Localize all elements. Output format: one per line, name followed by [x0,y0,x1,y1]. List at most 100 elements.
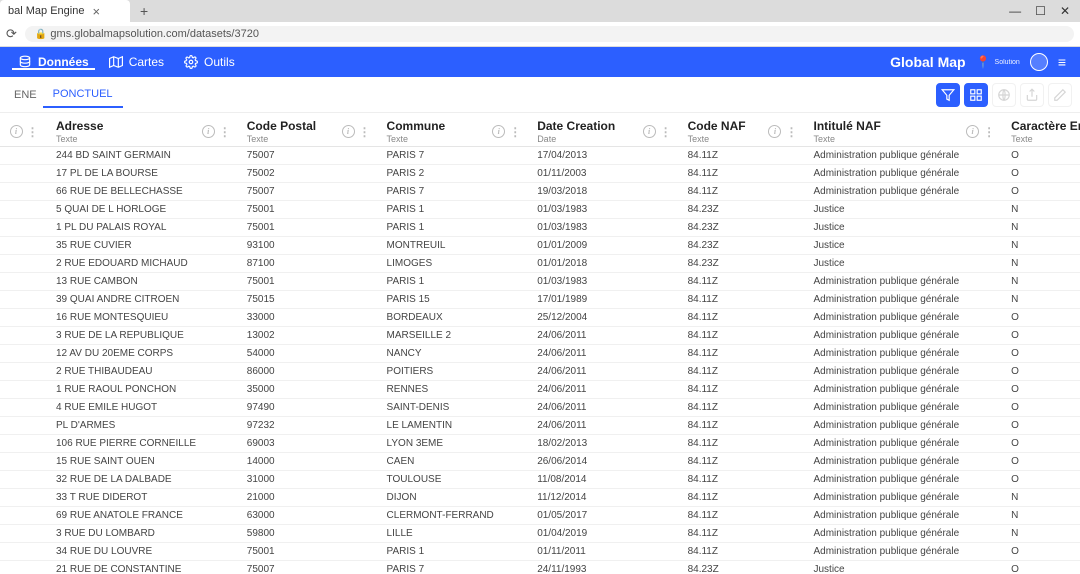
table-row[interactable]: 2 RUE THIBAUDEAU86000POITIERS24/06/20118… [0,363,1080,381]
table-row[interactable]: 3 RUE DE LA REPUBLIQUE13002MARSEILLE 224… [0,327,1080,345]
cell-date: 01/03/1983 [529,273,679,291]
table-row[interactable]: 16 RUE MONTESQUIEU33000BORDEAUX25/12/200… [0,309,1080,327]
url-field[interactable]: 🔒 gms.globalmapsolution.com/datasets/372… [25,26,1074,42]
menu-icon[interactable]: ≡ [1058,54,1066,70]
table-row[interactable]: 4 RUE EMILE HUGOT97490SAINT-DENIS24/06/2… [0,399,1080,417]
table-row[interactable]: 2 RUE EDOUARD MICHAUD87100LIMOGES01/01/2… [0,255,1080,273]
avatar[interactable] [1030,53,1048,71]
table-row[interactable]: 34 RUE DU LOUVRE75001PARIS 101/11/201184… [0,543,1080,561]
cell-adresse: 244 BD SAINT GERMAIN [48,147,239,165]
table-row[interactable]: 12 AV DU 20EME CORPS54000NANCY24/06/2011… [0,345,1080,363]
table-row[interactable]: 32 RUE DE LA DALBADE31000TOULOUSE11/08/2… [0,471,1080,489]
grid-view-button[interactable] [964,83,988,107]
table-row[interactable]: 17 PL DE LA BOURSE75002PARIS 201/11/2003… [0,165,1080,183]
table-row[interactable]: 106 RUE PIERRE CORNEILLE69003LYON 3EME18… [0,435,1080,453]
more-icon[interactable]: ⋮ [983,126,995,138]
table-row[interactable]: 39 QUAI ANDRE CITROEN75015PARIS 1517/01/… [0,291,1080,309]
cell-naf: 84.23Z [680,219,806,237]
minimize-button[interactable]: — [1009,4,1021,18]
cell-employeur: O [1003,471,1080,489]
reload-icon[interactable]: ⟳ [6,26,17,42]
nav-outils[interactable]: Outils [174,55,245,69]
cell-commune: MONTREUIL [379,237,530,255]
cell-date: 24/06/2011 [529,417,679,435]
browser-tab[interactable]: bal Map Engine × [0,0,130,22]
cell-naf: 84.11Z [680,525,806,543]
edit-button[interactable] [1048,83,1072,107]
cell-employeur: O [1003,183,1080,201]
row-actions [0,327,48,345]
more-icon[interactable]: ⋮ [359,126,371,138]
cell-intitule: Administration publique générale [805,417,1003,435]
table-row[interactable]: 1 RUE RAOUL PONCHON35000RENNES24/06/2011… [0,381,1080,399]
cell-adresse: 32 RUE DE LA DALBADE [48,471,239,489]
column-header[interactable]: Date CreationDatei⋮ [529,113,679,147]
row-actions [0,255,48,273]
column-header[interactable]: CommuneTextei⋮ [379,113,530,147]
cell-adresse: 69 RUE ANATOLE FRANCE [48,507,239,525]
nav-donnees[interactable]: Données [8,55,99,69]
cell-commune: PARIS 7 [379,183,530,201]
data-table-wrap[interactable]: i ⋮ AdresseTextei⋮Code PostalTextei⋮Comm… [0,113,1080,574]
cell-commune: BORDEAUX [379,309,530,327]
column-label: Commune [387,119,446,133]
globe-button[interactable] [992,83,1016,107]
info-icon[interactable]: i [768,125,781,138]
info-icon[interactable]: i [492,125,505,138]
info-icon[interactable]: i [342,125,355,138]
more-icon[interactable]: ⋮ [219,126,231,138]
table-row[interactable]: 69 RUE ANATOLE FRANCE63000CLERMONT-FERRA… [0,507,1080,525]
cell-cp: 75001 [239,543,379,561]
more-icon[interactable]: ⋮ [509,126,521,138]
table-body: 244 BD SAINT GERMAIN75007PARIS 717/04/20… [0,147,1080,574]
table-row[interactable]: 15 RUE SAINT OUEN14000CAEN26/06/201484.1… [0,453,1080,471]
cell-adresse: 13 RUE CAMBON [48,273,239,291]
table-row[interactable]: 13 RUE CAMBON75001PARIS 101/03/198384.11… [0,273,1080,291]
filter-ene[interactable]: ENE [8,85,43,105]
table-row[interactable]: 33 T RUE DIDEROT21000DIJON11/12/201484.1… [0,489,1080,507]
column-header[interactable]: Code PostalTextei⋮ [239,113,379,147]
info-icon[interactable]: i [966,125,979,138]
column-label: Date Creation [537,119,615,133]
row-actions [0,363,48,381]
cell-commune: LILLE [379,525,530,543]
maximize-button[interactable]: ☐ [1035,4,1046,18]
column-header[interactable]: Intitulé NAFTextei⋮ [805,113,1003,147]
table-row[interactable]: PL D'ARMES97232LE LAMENTIN24/06/201184.1… [0,417,1080,435]
cell-commune: RENNES [379,381,530,399]
cell-adresse: 1 RUE RAOUL PONCHON [48,381,239,399]
info-icon[interactable]: i [643,125,656,138]
column-header[interactable]: AdresseTextei⋮ [48,113,239,147]
table-row[interactable]: 21 RUE DE CONSTANTINE75007PARIS 724/11/1… [0,561,1080,574]
new-tab-button[interactable]: + [130,3,158,19]
cell-cp: 14000 [239,453,379,471]
cell-adresse: 34 RUE DU LOUVRE [48,543,239,561]
cell-date: 26/06/2014 [529,453,679,471]
more-icon[interactable]: ⋮ [660,126,672,138]
column-header[interactable]: Caractère EmployeuTextei⋮ [1003,113,1080,147]
table-row[interactable]: 1 PL DU PALAIS ROYAL75001PARIS 101/03/19… [0,219,1080,237]
info-icon[interactable]: i [10,125,23,138]
cell-naf: 84.11Z [680,453,806,471]
share-button[interactable] [1020,83,1044,107]
row-actions [0,147,48,165]
cell-cp: 54000 [239,345,379,363]
close-button[interactable]: ✕ [1060,4,1070,18]
table-row[interactable]: 5 QUAI DE L HORLOGE75001PARIS 101/03/198… [0,201,1080,219]
close-icon[interactable]: × [92,4,100,19]
nav-cartes[interactable]: Cartes [99,55,174,69]
table-row[interactable]: 244 BD SAINT GERMAIN75007PARIS 717/04/20… [0,147,1080,165]
table-row[interactable]: 35 RUE CUVIER93100MONTREUIL01/01/200984.… [0,237,1080,255]
cell-cp: 21000 [239,489,379,507]
filter-button[interactable] [936,83,960,107]
cell-commune: CAEN [379,453,530,471]
table-row[interactable]: 3 RUE DU LOMBARD59800LILLE01/04/201984.1… [0,525,1080,543]
row-actions [0,219,48,237]
column-header[interactable]: Code NAFTextei⋮ [680,113,806,147]
more-icon[interactable]: ⋮ [27,126,39,138]
brand-subtitle: Solution [995,59,1020,66]
info-icon[interactable]: i [202,125,215,138]
more-icon[interactable]: ⋮ [785,126,797,138]
filter-ponctuel[interactable]: PONCTUEL [43,82,123,108]
table-row[interactable]: 66 RUE DE BELLECHASSE75007PARIS 719/03/2… [0,183,1080,201]
